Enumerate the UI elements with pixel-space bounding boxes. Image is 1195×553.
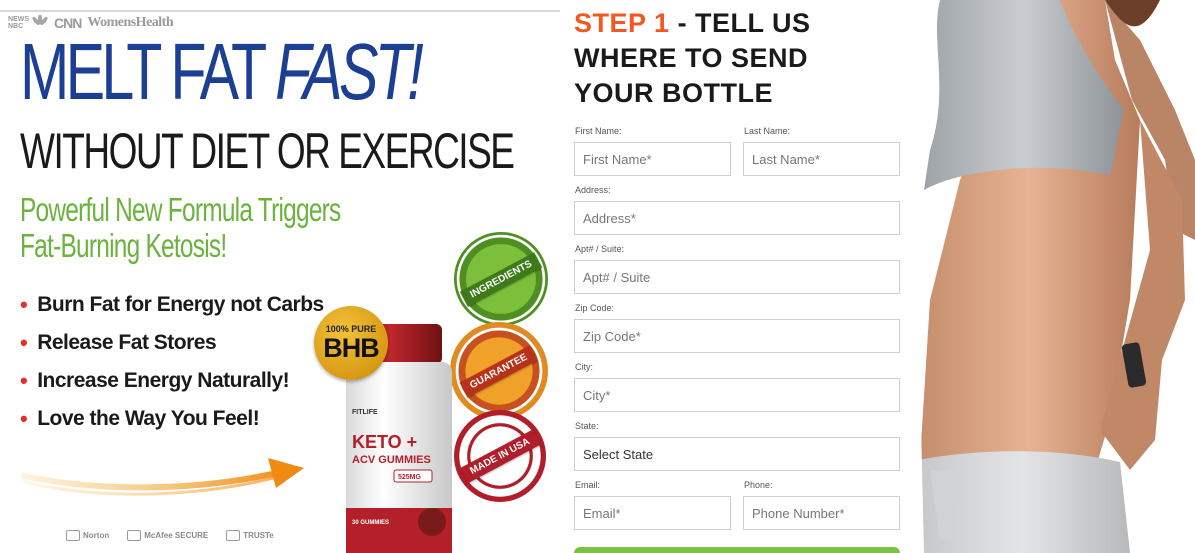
product-brand: FITLIFE bbox=[352, 409, 378, 416]
pure-bhb-badge: 100% PURE BHB bbox=[314, 306, 388, 380]
last-name-label: Last Name: bbox=[744, 126, 791, 136]
mcafee-shield-icon bbox=[127, 530, 142, 541]
truste-badge: TRUSTe bbox=[226, 530, 274, 541]
email-input[interactable] bbox=[574, 496, 731, 530]
benefit-item: • Love the Way You Feel! bbox=[20, 406, 260, 431]
state-select-value: Select State bbox=[583, 446, 654, 462]
state-select[interactable]: Select State bbox=[574, 437, 900, 471]
tagline-line-2: Fat-Burning Ketosis! bbox=[20, 227, 227, 264]
benefit-item: • Release Fat Stores bbox=[20, 330, 217, 355]
tagline: Powerful New Formula Triggers Fat-Burnin… bbox=[20, 192, 341, 264]
step-number: STEP 1 bbox=[574, 8, 670, 38]
norton-check-icon bbox=[66, 530, 80, 541]
benefit-list: • Burn Fat for Energy not Carbs • Release … bbox=[20, 286, 324, 438]
zip-label: Zip Code: bbox=[575, 303, 615, 313]
model-photo bbox=[900, 0, 1195, 553]
first-name-input[interactable] bbox=[574, 142, 731, 176]
form-heading-line-2: WHERE TO SEND bbox=[574, 43, 809, 73]
state-label: State: bbox=[575, 421, 599, 431]
email-label: Email: bbox=[575, 480, 601, 490]
product-dose: 525MG bbox=[398, 474, 422, 481]
form-heading: STEP 1 - TELL US WHERE TO SEND YOUR BOTT… bbox=[574, 6, 811, 111]
guarantee-seal: GUARANTEE bbox=[450, 322, 548, 420]
phone-label: Phone: bbox=[744, 480, 773, 490]
zip-input[interactable] bbox=[574, 319, 900, 353]
address-input[interactable] bbox=[574, 201, 900, 235]
product-name-line-2: ACV GUMMIES bbox=[352, 454, 431, 466]
mcafee-badge: McAfee SECURE bbox=[127, 530, 208, 541]
phone-input[interactable] bbox=[743, 496, 900, 530]
top-divider bbox=[0, 10, 560, 12]
bullet-icon: • bbox=[20, 292, 28, 317]
product-count: 30 GUMMIES bbox=[352, 520, 389, 526]
address-label: Address: bbox=[575, 185, 611, 195]
benefit-item: • Burn Fat for Energy not Carbs bbox=[20, 292, 324, 317]
form-heading-line-3: YOUR BOTTLE bbox=[574, 78, 773, 108]
headline: MELT FAT FAST! bbox=[20, 27, 424, 116]
orange-arrow-icon bbox=[20, 452, 310, 517]
truste-icon bbox=[226, 530, 241, 541]
trust-badges: Norton McAfee SECURE TRUSTe bbox=[66, 530, 274, 541]
bullet-icon: • bbox=[20, 406, 28, 431]
natural-ingredients-seal: INGREDIENTS bbox=[454, 232, 548, 326]
product-name-line-1: KETO + bbox=[352, 432, 417, 452]
tagline-line-1: Powerful New Formula Triggers bbox=[20, 191, 341, 228]
city-label: City: bbox=[575, 362, 593, 372]
apt-label: Apt# / Suite: bbox=[575, 244, 625, 254]
norton-badge: Norton bbox=[66, 530, 109, 541]
first-name-label: First Name: bbox=[575, 126, 622, 136]
submit-button[interactable] bbox=[574, 547, 900, 553]
subheadline: WITHOUT DIET OR EXERCISE bbox=[20, 123, 515, 179]
bullet-icon: • bbox=[20, 368, 28, 393]
benefit-item: • Increase Energy Naturally! bbox=[20, 368, 290, 393]
headline-emphasis: FAST! bbox=[275, 27, 424, 116]
city-input[interactable] bbox=[574, 378, 900, 412]
made-in-usa-seal: MADE IN USA bbox=[454, 410, 546, 502]
apt-input[interactable] bbox=[574, 260, 900, 294]
last-name-input[interactable] bbox=[743, 142, 900, 176]
bullet-icon: • bbox=[20, 330, 28, 355]
